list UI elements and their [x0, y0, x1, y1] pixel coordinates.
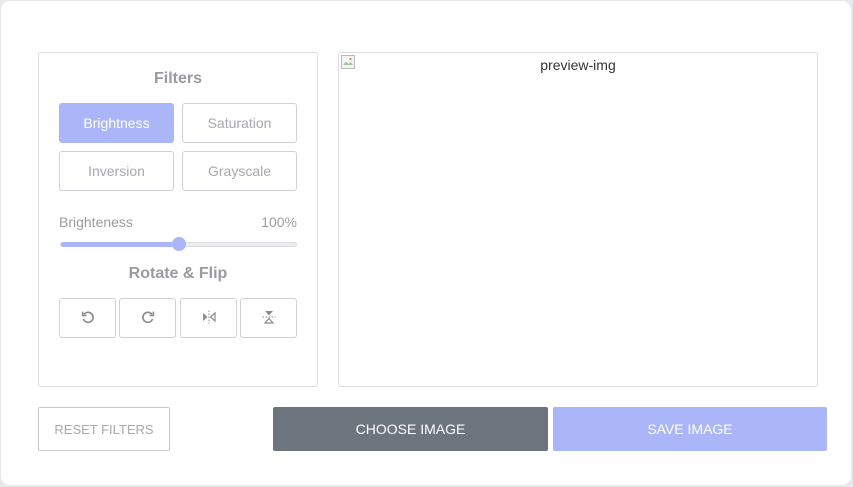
slider-label: Brighteness [59, 214, 133, 230]
reset-filters-button[interactable]: RESET FILTERS [38, 407, 170, 451]
flip-vertical-button[interactable] [240, 298, 297, 338]
slider-thumb[interactable] [171, 237, 186, 251]
filter-inversion-button[interactable]: Inversion [59, 151, 174, 191]
filters-panel: Filters Brightness Saturation Inversion … [38, 52, 318, 387]
editor-card: Filters Brightness Saturation Inversion … [1, 1, 851, 485]
rotate-left-icon [80, 309, 96, 328]
slider-fill [61, 242, 179, 247]
choose-image-button[interactable]: CHOOSE IMAGE [273, 407, 548, 451]
save-image-button[interactable]: SAVE IMAGE [553, 407, 827, 451]
filter-saturation-button[interactable]: Saturation [182, 103, 297, 143]
flip-horizontal-icon [201, 309, 217, 328]
preview-alt-text: preview-img [540, 57, 616, 73]
rotate-flip-title: Rotate & Flip [128, 265, 228, 282]
flip-horizontal-button[interactable] [180, 298, 237, 338]
slider-value: 100% [261, 214, 297, 230]
brightness-slider[interactable] [60, 237, 297, 251]
rotate-right-button[interactable] [119, 298, 176, 338]
filter-grayscale-button[interactable]: Grayscale [182, 151, 297, 191]
flip-vertical-icon [261, 309, 277, 328]
rotate-left-button[interactable] [59, 298, 116, 338]
filter-brightness-button[interactable]: Brightness [59, 103, 174, 143]
preview-image: preview-img [338, 52, 818, 387]
filters-title: Filters [153, 70, 202, 87]
rotate-right-icon [140, 309, 156, 328]
